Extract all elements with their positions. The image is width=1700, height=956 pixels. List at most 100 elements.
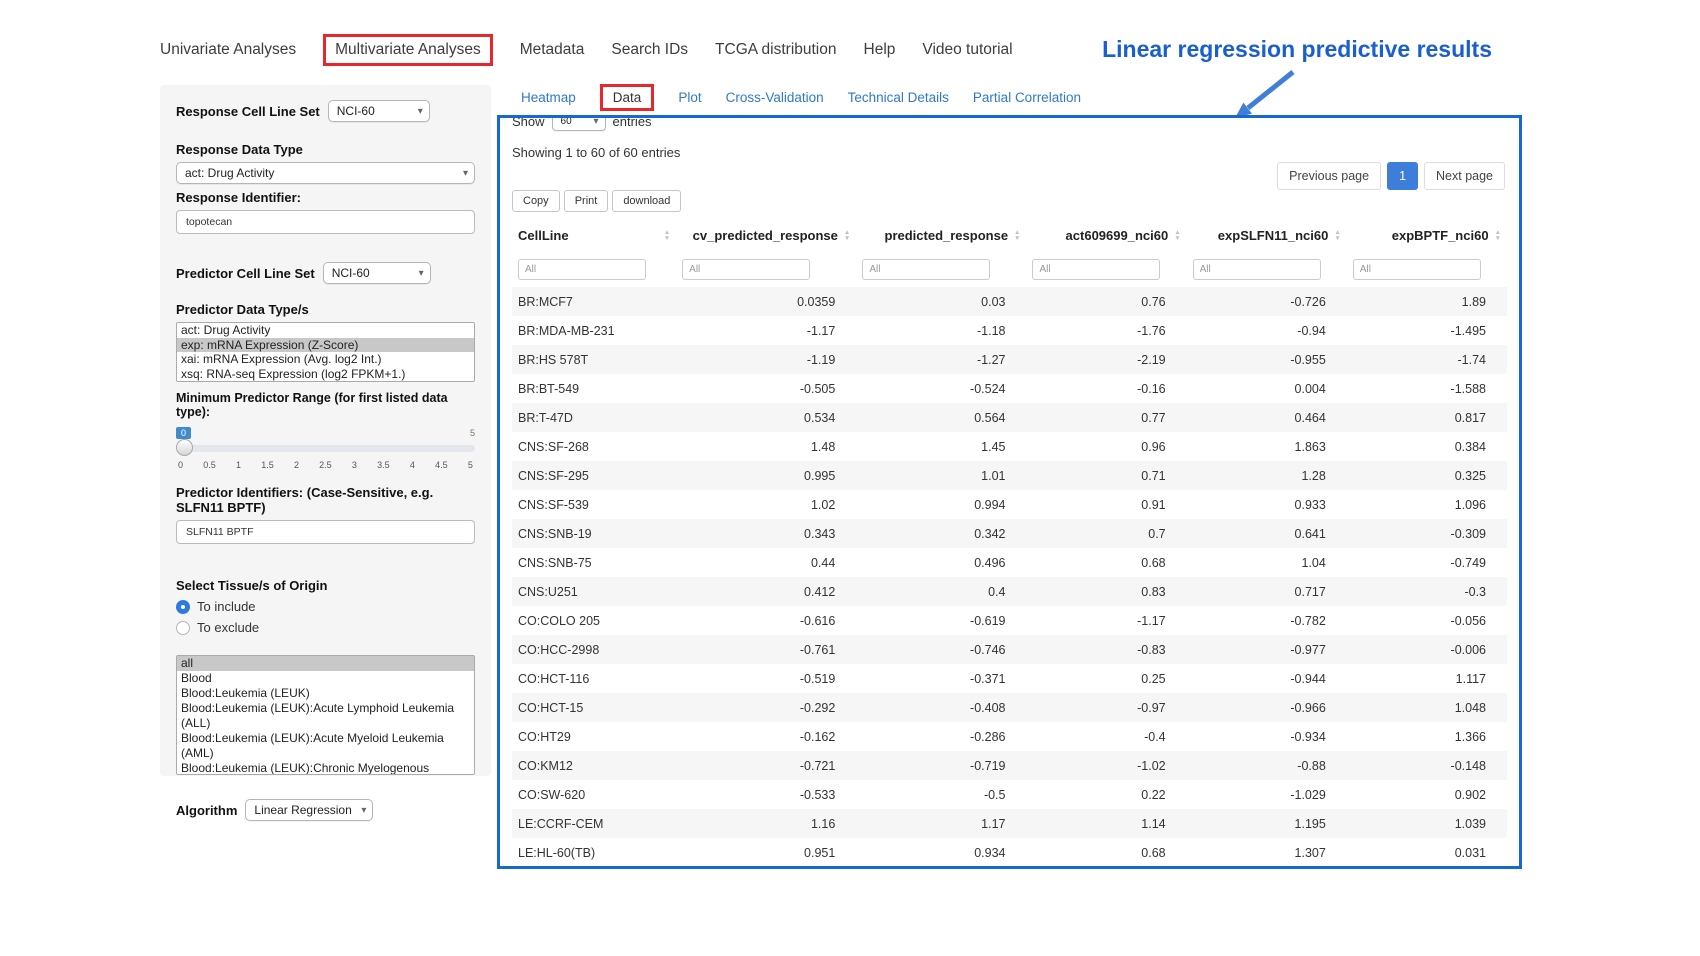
show-entries-select[interactable]: 60 ▾ [552, 115, 606, 131]
cell-value: -1.588 [1347, 374, 1507, 403]
option-blood-leukemia-leuk-acute-myeloid-leukemia-aml[interactable]: Blood:Leukemia (LEUK):Acute Myeloid Leuk… [177, 731, 474, 761]
tissue-radio-group: To include To exclude [176, 599, 475, 635]
tab-data[interactable]: Data [600, 84, 655, 111]
radio-icon [176, 600, 190, 614]
option-act-drug-activity[interactable]: act: Drug Activity [177, 323, 474, 338]
algorithm-label: Algorithm [176, 803, 237, 818]
cell-value: 0.951 [676, 838, 856, 867]
radio-to-include[interactable]: To include [176, 599, 475, 614]
predictor-data-type-list[interactable]: act: Drug Activityexp: mRNA Expression (… [176, 322, 475, 382]
nav-item-metadata[interactable]: Metadata [520, 41, 585, 59]
sort-desc-icon: ▼ [1014, 236, 1020, 242]
next-page-button[interactable]: Next page [1424, 162, 1505, 190]
cell-value: 0.68 [1026, 548, 1186, 577]
cell-value: -0.934 [1187, 722, 1347, 751]
nav-item-tcga-distribution[interactable]: TCGA distribution [715, 41, 836, 59]
option-exp-mrna-expression-z-score[interactable]: exp: mRNA Expression (Z-Score) [177, 338, 474, 353]
column-header-predicted-response[interactable]: predicted_response ▲▼ [856, 220, 1026, 251]
predictor-cell-line-set-select[interactable]: NCI-60 ▾ [323, 262, 431, 284]
cell-value: 0.641 [1187, 519, 1347, 548]
cell-value: 0.03 [856, 287, 1026, 316]
cell-value: -0.83 [1026, 635, 1186, 664]
column-label: predicted_response [885, 228, 1009, 243]
copy-button[interactable]: Copy [512, 190, 560, 212]
option-all[interactable]: all [177, 656, 474, 671]
radio-to-exclude[interactable]: To exclude [176, 620, 475, 635]
predictor-identifiers-input[interactable] [176, 520, 475, 544]
cell-value: 1.04 [1187, 548, 1347, 577]
cell-line-name: BR:MDA-MB-231 [512, 316, 676, 345]
tab-heatmap[interactable]: Heatmap [521, 90, 576, 105]
cell-value: -0.006 [1347, 635, 1507, 664]
print-button[interactable]: Print [564, 190, 609, 212]
column-header-act609699-nci60[interactable]: act609699_nci60▲▼ [1026, 220, 1186, 251]
cell-value: 0.342 [856, 519, 1026, 548]
column-label: cv_predicted_response [693, 228, 838, 243]
sort-icon[interactable]: ▲▼ [1174, 230, 1180, 241]
filter-cell [1347, 251, 1507, 287]
sort-icon[interactable]: ▲▼ [664, 230, 670, 241]
filter-input-expbptf-nci60[interactable] [1353, 259, 1481, 280]
option-blood-leukemia-leuk[interactable]: Blood:Leukemia (LEUK) [177, 686, 474, 701]
current-page-button[interactable]: 1 [1387, 162, 1418, 190]
response-cell-line-set-select[interactable]: NCI-60 ▾ [328, 100, 430, 122]
slider-tick: 4 [410, 460, 415, 470]
option-blood-leukemia-leuk-acute-lymphoid-leukemia-all[interactable]: Blood:Leukemia (LEUK):Acute Lymphoid Leu… [177, 701, 474, 731]
option-xai-mrna-expression-avg-log2-int[interactable]: xai: mRNA Expression (Avg. log2 Int.) [177, 352, 474, 367]
algorithm-select[interactable]: Linear Regression ▾ [245, 799, 373, 821]
tab-plot[interactable]: Plot [678, 90, 701, 105]
option-xsq-rna-seq-expression-log2-fpkm-1[interactable]: xsq: RNA-seq Expression (log2 FPKM+1.) [177, 367, 474, 382]
sort-icon[interactable]: ▲▼ [844, 230, 850, 241]
column-header-expbptf-nci60[interactable]: expBPTF_nci60▲▼ [1347, 220, 1507, 251]
cell-line-name: BR:HS 578T [512, 345, 676, 374]
cell-value: -0.524 [856, 374, 1026, 403]
column-header-cv-predicted-response[interactable]: cv_predicted_response ▲▼ [676, 220, 856, 251]
response-data-type-select[interactable]: act: Drug Activity ▾ [176, 162, 475, 184]
cell-line-name: BR:T-47D [512, 403, 676, 432]
response-identifier-input[interactable] [176, 210, 475, 234]
sort-icon[interactable]: ▲▼ [1334, 230, 1340, 241]
column-header-cellline[interactable]: CellLine▲▼ [512, 220, 676, 251]
tab-cross-validation[interactable]: Cross-Validation [726, 90, 824, 105]
cell-line-name: CNS:SNB-19 [512, 519, 676, 548]
cell-value: -0.955 [1187, 345, 1347, 374]
tab-partial-correlation[interactable]: Partial Correlation [973, 90, 1081, 105]
cell-value: 0.004 [1187, 374, 1347, 403]
filter-input-expslfn11-nci60[interactable] [1193, 259, 1321, 280]
tissue-list[interactable]: allBloodBlood:Leukemia (LEUK)Blood:Leuke… [176, 655, 475, 775]
option-blood-leukemia-leuk-chronic-myelogenous-leukemia-cml[interactable]: Blood:Leukemia (LEUK):Chronic Myelogenou… [177, 761, 474, 775]
slider-tick: 1.5 [261, 460, 274, 470]
cell-value: -0.5 [856, 780, 1026, 809]
nav-item-search-ids[interactable]: Search IDs [611, 41, 688, 59]
filter-cell [1026, 251, 1186, 287]
slider-handle[interactable] [176, 439, 193, 456]
sort-icon[interactable]: ▲▼ [1014, 230, 1020, 241]
option-blood[interactable]: Blood [177, 671, 474, 686]
nav-item-video-tutorial[interactable]: Video tutorial [922, 41, 1012, 59]
cell-value: 0.96 [1026, 432, 1186, 461]
predictor-cell-line-set-label: Predictor Cell Line Set [176, 266, 315, 281]
slider-track[interactable] [176, 445, 475, 452]
nav-item-univariate-analyses[interactable]: Univariate Analyses [160, 41, 296, 59]
filter-input-act609699-nci60[interactable] [1032, 259, 1160, 280]
cell-value: 1.01 [856, 461, 1026, 490]
tab-technical-details[interactable]: Technical Details [848, 90, 949, 105]
download-button[interactable]: download [612, 190, 681, 212]
filter-input-cellline[interactable] [518, 259, 646, 280]
sort-icon[interactable]: ▲▼ [1495, 230, 1501, 241]
cell-value: 1.16 [676, 809, 856, 838]
cell-value: -0.292 [676, 693, 856, 722]
cell-line-name: CO:COLO 205 [512, 606, 676, 635]
filter-input-cv-predicted-response[interactable] [682, 259, 810, 280]
filter-input-predicted-response[interactable] [862, 259, 990, 280]
nav-item-multivariate-analyses[interactable]: Multivariate Analyses [323, 34, 493, 66]
nav-item-help[interactable]: Help [864, 41, 896, 59]
cell-value: -0.944 [1187, 664, 1347, 693]
cell-value: -0.148 [1347, 751, 1507, 780]
previous-page-button[interactable]: Previous page [1277, 162, 1381, 190]
column-header-expslfn11-nci60[interactable]: expSLFN11_nci60▲▼ [1187, 220, 1347, 251]
cell-value: 1.117 [1347, 664, 1507, 693]
slider-tick: 3.5 [377, 460, 390, 470]
table-row: CO:HCT-116-0.519-0.3710.25-0.9441.117 [512, 664, 1507, 693]
cell-value: 0.83 [1026, 577, 1186, 606]
